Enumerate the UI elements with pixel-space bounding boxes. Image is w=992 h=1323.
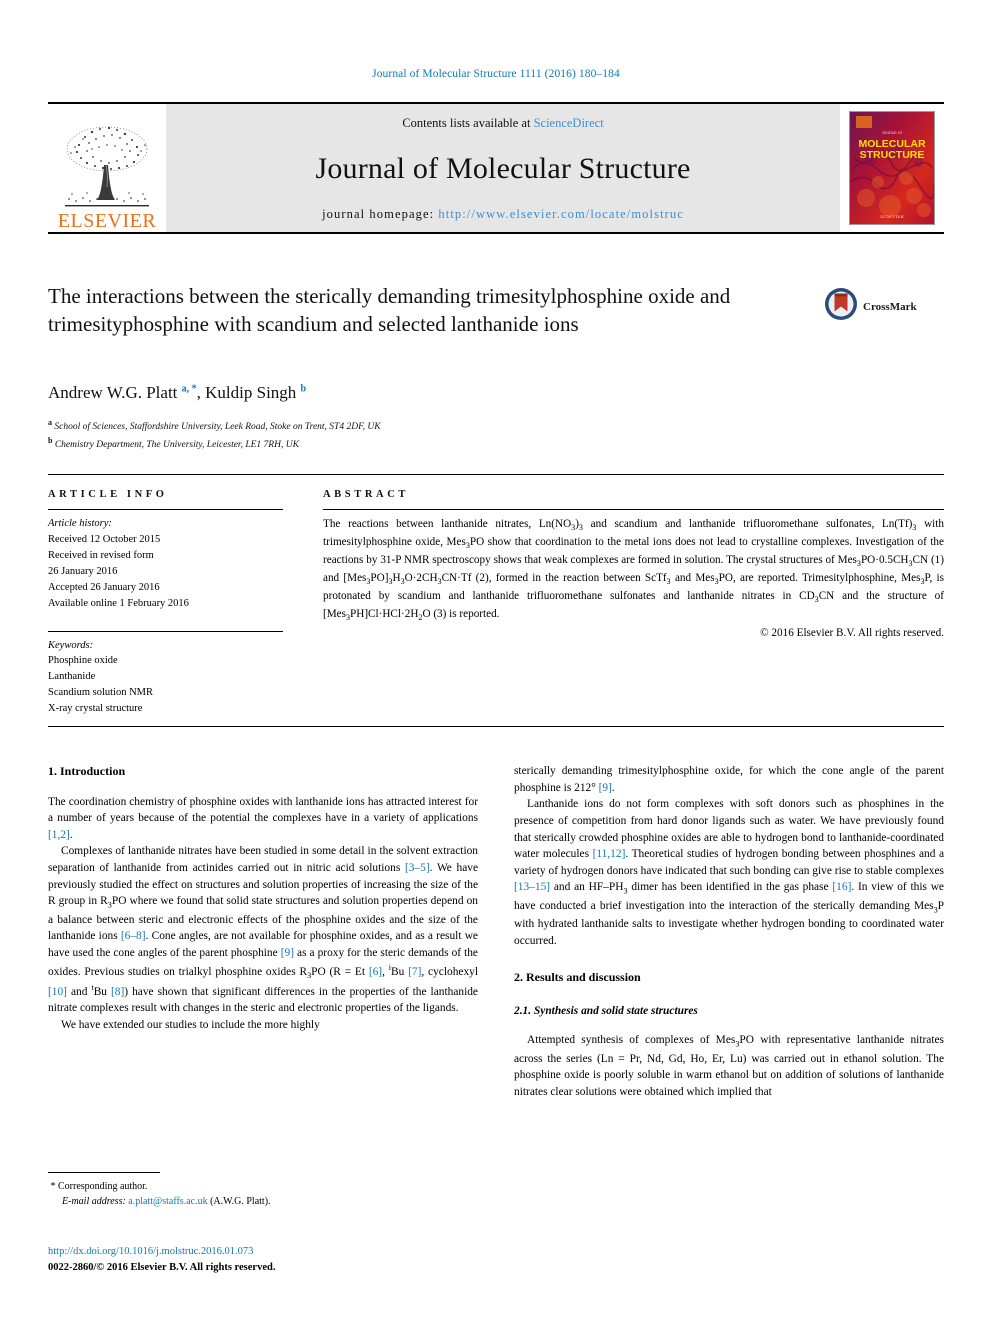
- keyword-item: Lanthanide: [48, 671, 96, 683]
- email-label: E-mail address:: [62, 1196, 126, 1207]
- history-item: Accepted 26 January 2016: [48, 581, 160, 593]
- article-history-list: Received 12 October 2015 Received in rev…: [48, 532, 283, 612]
- issn-copyright-line: 0022-2860/© 2016 Elsevier B.V. All right…: [48, 1262, 276, 1274]
- email-owner: (A.W.G. Platt).: [210, 1196, 271, 1207]
- sciencedirect-link[interactable]: ScienceDirect: [534, 116, 604, 130]
- homepage-prefix: journal homepage:: [322, 207, 439, 221]
- paragraph: The coordination chemistry of phosphine …: [48, 795, 478, 841]
- affiliation-b: b Chemistry Department, The University, …: [48, 435, 299, 451]
- corresponding-author-line: * Corresponding author.: [48, 1179, 478, 1194]
- crossmark-icon: [824, 287, 858, 326]
- keywords-label: Keywords:: [48, 639, 94, 651]
- paragraph: Attempted synthesis of complexes of Mes3…: [514, 1034, 944, 1098]
- svg-text:STRUCTURE: STRUCTURE: [860, 149, 925, 161]
- abstract-heading: ABSTRACT: [323, 489, 409, 500]
- abstract-copyright: © 2016 Elsevier B.V. All rights reserved…: [760, 627, 944, 639]
- history-item: 26 January 2016: [48, 565, 118, 577]
- journal-homepage-line: journal homepage: http://www.elsevier.co…: [322, 207, 684, 222]
- band-rule-top: [48, 474, 944, 475]
- email-link[interactable]: a.platt@staffs.ac.uk: [128, 1196, 207, 1207]
- corresponding-author-footnote: * Corresponding author. E-mail address: …: [48, 1172, 478, 1209]
- article-info-column: ARTICLE INFO Article history: Received 1…: [48, 489, 283, 717]
- page-title: The interactions between the sterically …: [48, 284, 731, 336]
- subsection-heading-synthesis: 2.1. Synthesis and solid state structure…: [514, 1004, 698, 1017]
- corresponding-text: Corresponding author.: [58, 1181, 148, 1192]
- elsevier-tree-icon: [59, 119, 155, 211]
- crossmark-label: CrossMark: [863, 300, 917, 313]
- affiliations: a School of Sciences, Staffordshire Univ…: [48, 417, 381, 453]
- keyword-item: Scandium solution NMR: [48, 687, 154, 699]
- crossmark-badge[interactable]: CrossMark: [824, 287, 917, 326]
- article-info-rule: [48, 509, 283, 510]
- contents-available-line: Contents lists available at ScienceDirec…: [402, 116, 603, 131]
- history-item: Received 12 October 2015: [48, 533, 161, 545]
- elsevier-wordmark: ELSEVIER: [57, 210, 157, 232]
- history-item: Available online 1 February 2016: [48, 597, 189, 609]
- section-heading-results: 2. Results and discussion: [514, 970, 641, 985]
- section-heading-introduction: 1. Introduction: [48, 764, 126, 778]
- affiliation-a-text: School of Sciences, Staffordshire Univer…: [54, 422, 381, 433]
- journal-cover-thumbnail: Journal of MOLECULAR STRUCTURE ELSEVIER: [840, 104, 944, 232]
- svg-text:ELSEVIER: ELSEVIER: [880, 215, 904, 220]
- article-info-heading: ARTICLE INFO: [48, 489, 168, 500]
- running-head: Journal of Molecular Structure 1111 (201…: [372, 68, 620, 80]
- paragraph: Complexes of lanthanide nitrates have be…: [48, 845, 479, 1015]
- journal-masthead: ELSEVIER Contents lists available at Sci…: [48, 102, 944, 234]
- contents-prefix: Contents lists available at: [402, 116, 534, 130]
- masthead-center: Contents lists available at ScienceDirec…: [166, 104, 840, 232]
- journal-title: Journal of Molecular Structure: [315, 152, 691, 185]
- body-column-left: 1. Introduction The coordination chemist…: [48, 763, 478, 1033]
- author-list: Andrew W.G. Platt a, *, Kuldip Singh b: [48, 383, 307, 402]
- paragraph: Lanthanide ions do not form complexes wi…: [514, 798, 945, 947]
- keywords-rule: [48, 630, 283, 632]
- affiliation-b-text: Chemistry Department, The University, Le…: [54, 440, 299, 451]
- article-history-label: Article history:: [48, 518, 112, 529]
- abstract-rule: [323, 509, 944, 510]
- doi-link[interactable]: http://dx.doi.org/10.1016/j.molstruc.201…: [48, 1244, 608, 1260]
- keywords-list: Phosphine oxide Lanthanide Scandium solu…: [48, 653, 283, 717]
- paragraph: We have extended our studies to include …: [61, 1018, 320, 1031]
- keyword-item: X-ray crystal structure: [48, 703, 143, 715]
- footnote-rule: [48, 1172, 160, 1173]
- paper-page: Journal of Molecular Structure 1111 (201…: [0, 0, 992, 1323]
- elsevier-logo: ELSEVIER: [48, 104, 166, 232]
- corresponding-marker: *: [50, 1181, 56, 1192]
- abstract-column: ABSTRACT The reactions between lanthanid…: [323, 489, 944, 639]
- paragraph: sterically demanding trimesitylphosphine…: [514, 765, 944, 794]
- band-rule-bottom: [48, 726, 944, 727]
- keyword-item: Phosphine oxide: [48, 655, 118, 667]
- abstract-body: The reactions between lanthanide nitrate…: [323, 518, 945, 623]
- body-column-right: sterically demanding trimesitylphosphine…: [514, 763, 944, 1101]
- homepage-link[interactable]: http://www.elsevier.com/locate/molstruc: [438, 207, 684, 221]
- svg-text:Journal of: Journal of: [882, 131, 902, 136]
- title-block: The interactions between the sterically …: [48, 283, 808, 338]
- email-line: E-mail address: a.platt@staffs.ac.uk (A.…: [48, 1194, 478, 1209]
- history-item: Received in revised form: [48, 549, 154, 561]
- page-footer: http://dx.doi.org/10.1016/j.molstruc.201…: [48, 1244, 608, 1277]
- affiliation-a: a School of Sciences, Staffordshire Univ…: [48, 418, 381, 433]
- cover-artwork: Journal of MOLECULAR STRUCTURE ELSEVIER: [849, 111, 935, 225]
